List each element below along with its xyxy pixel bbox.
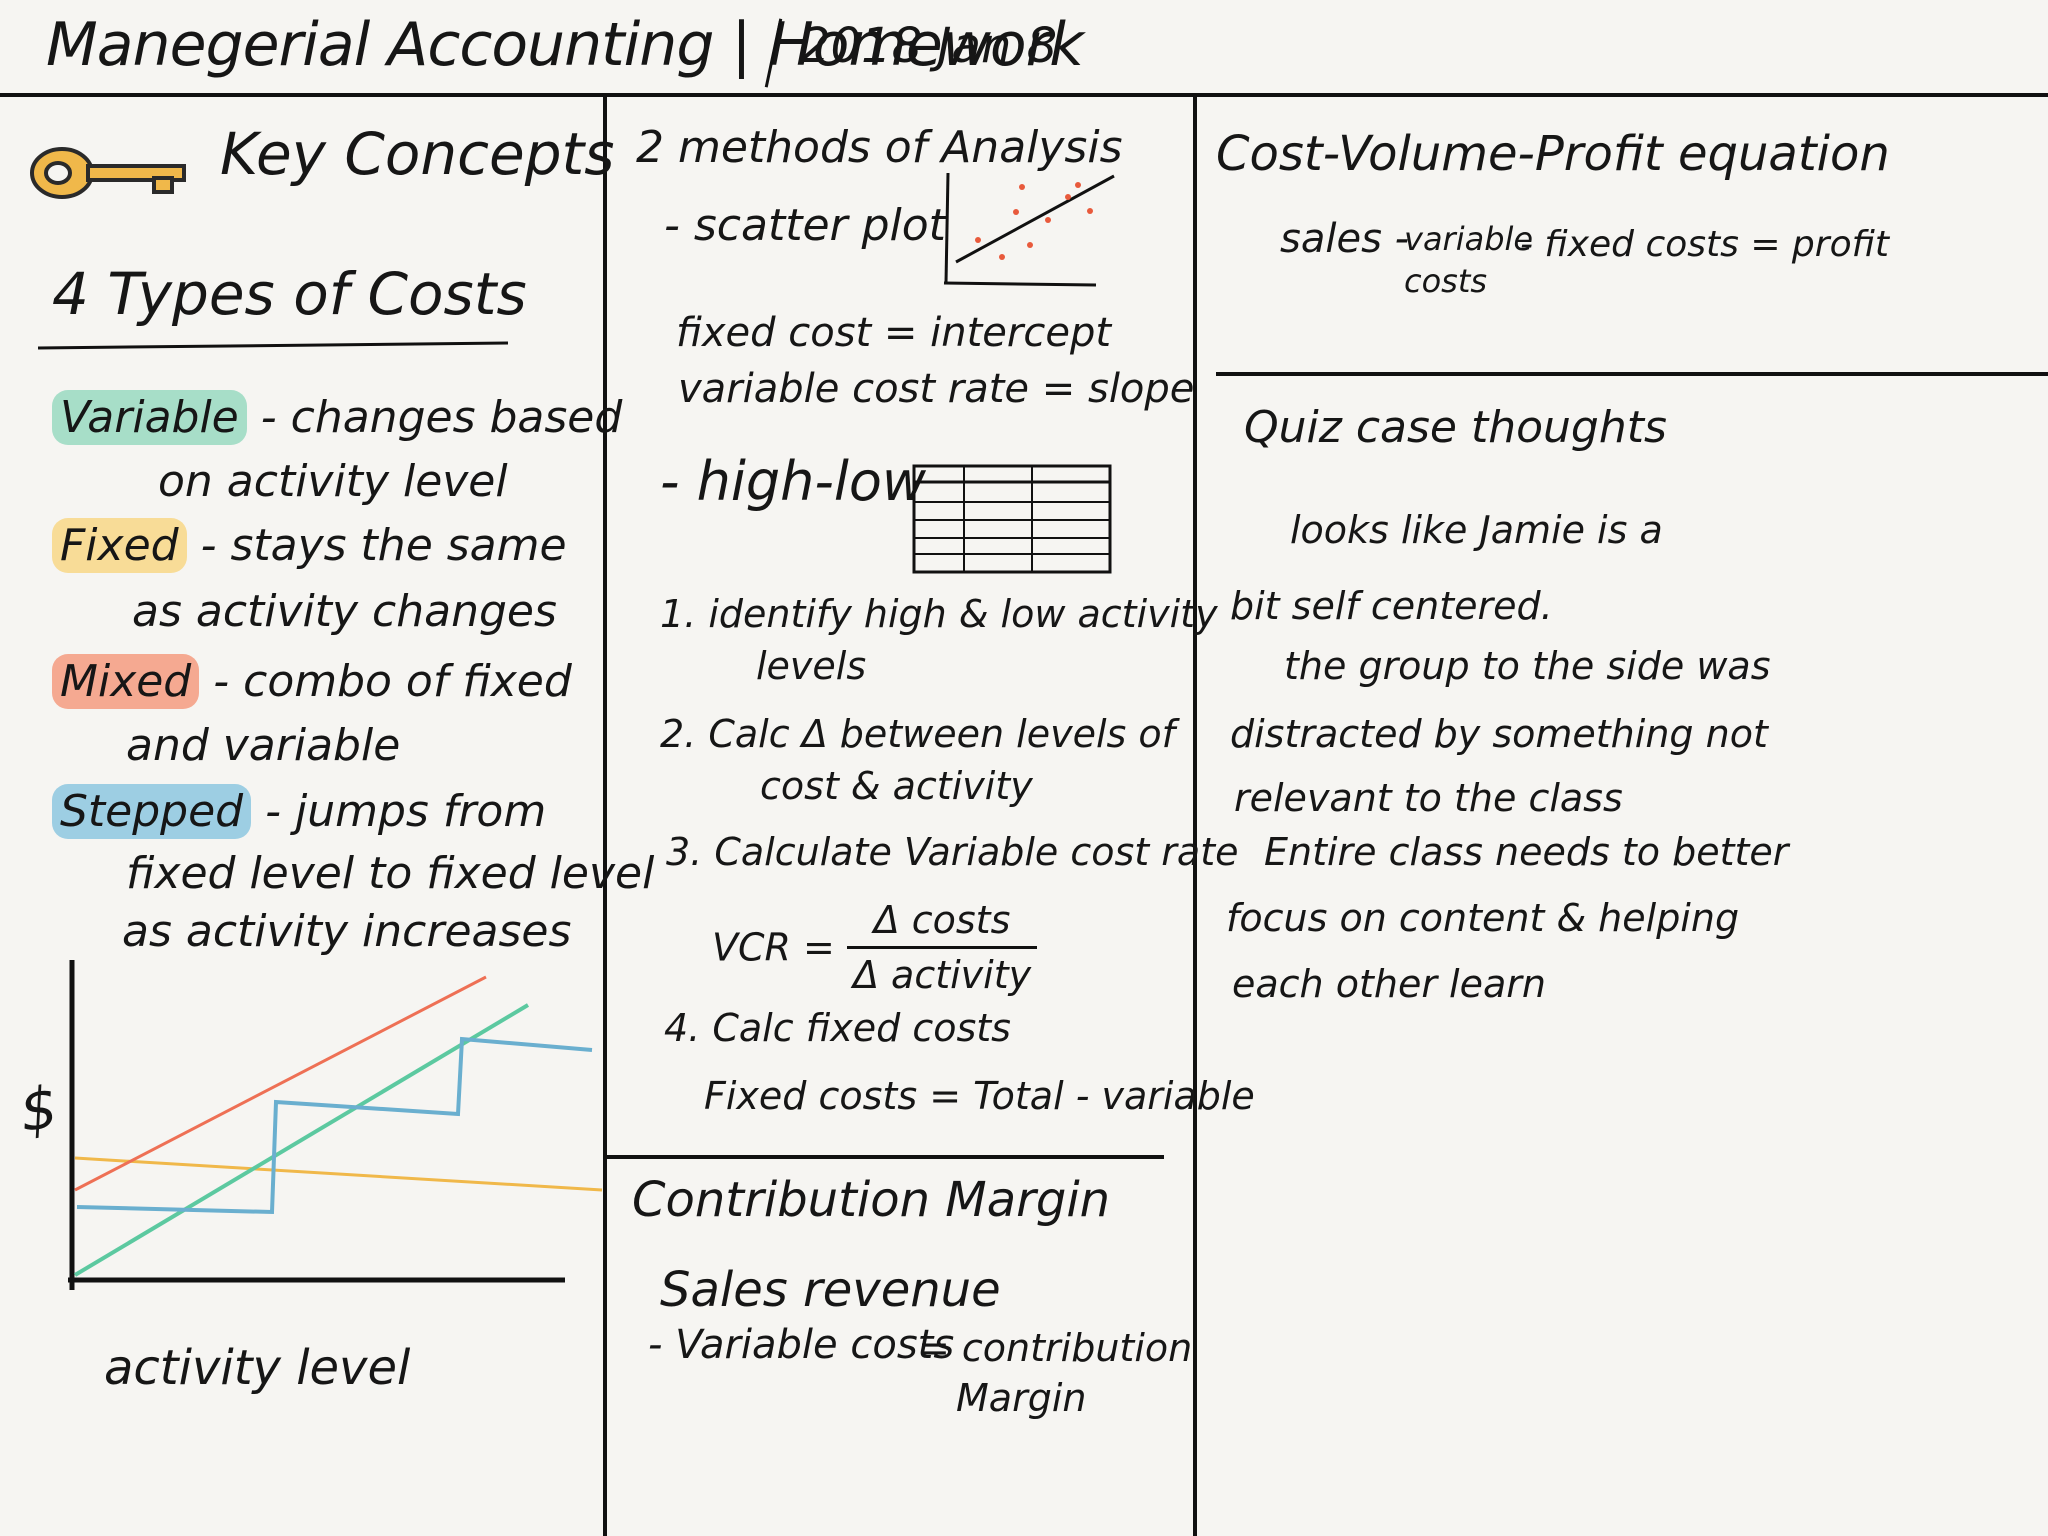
step-4: 4. Calc fixed costs: [664, 1006, 1011, 1050]
cost-types-heading: 4 Types of Costs: [52, 260, 527, 328]
header-date: 2018 Jan 8: [800, 18, 1058, 74]
mixed-desc-2: and variable: [126, 720, 401, 771]
step-4-text: Calc fixed costs: [712, 1006, 1011, 1050]
quiz-heading: Quiz case thoughts: [1244, 402, 1667, 453]
quiz-line-7: focus on content & helping: [1226, 896, 1740, 940]
fixed-cost-line: [74, 1156, 603, 1192]
left-column-divider: [603, 97, 607, 1536]
step-1-number: 1.: [660, 592, 697, 636]
variable-desc-1: changes based: [290, 392, 623, 443]
high-low-table-sketch: [912, 464, 1112, 574]
high-low-label: - high-low: [660, 450, 927, 513]
contribution-equals: = contribution: [918, 1326, 1193, 1370]
vcr-denominator: Δ activity: [852, 953, 1032, 997]
contribution-sales-revenue: Sales revenue: [660, 1262, 1001, 1318]
graph-x-label: activity level: [104, 1340, 411, 1396]
cvp-costs: costs: [1404, 262, 1488, 300]
key-icon: [30, 147, 186, 199]
contribution-margin-result: Margin: [956, 1376, 1087, 1420]
step-3-text: Calculate Variable cost rate: [714, 830, 1239, 874]
contribution-divider: [607, 1155, 1164, 1159]
scatter-plot-label: - scatter plot: [664, 200, 946, 251]
key-concepts-heading: Key Concepts: [220, 120, 615, 188]
scatter-plot-sketch: [943, 172, 1115, 287]
step-4-number: 4.: [664, 1006, 701, 1050]
step-1-text-2: levels: [756, 644, 867, 688]
step-2-text: Calc Δ between levels of: [708, 712, 1176, 756]
step-1: 1. identify high & low activity: [660, 592, 1218, 636]
scatter-trend-line: [955, 174, 1115, 264]
step-3-number: 3.: [666, 830, 703, 874]
right-column-divider: [1193, 97, 1197, 1536]
step-1-text: identify high & low activity: [708, 592, 1218, 636]
contribution-variable-costs: - Variable costs: [648, 1322, 955, 1368]
vcr-lhs: VCR =: [712, 925, 835, 970]
quiz-line-3: the group to the side was: [1284, 644, 1771, 688]
quiz-line-5: relevant to the class: [1234, 776, 1623, 820]
variable-desc-2: on activity level: [158, 456, 508, 507]
stepped-desc-1: jumps from: [295, 786, 547, 837]
contribution-heading: Contribution Margin: [632, 1172, 1111, 1228]
fixed-dash: -: [200, 520, 217, 571]
cvp-divider: [1216, 372, 2048, 376]
mixed-cost-line: [74, 975, 487, 1192]
quiz-line-4: distracted by something not: [1230, 712, 1768, 756]
fixed-desc-2: as activity changes: [132, 586, 557, 637]
mixed-dash: -: [213, 656, 230, 707]
variable-label: Variable: [52, 390, 247, 445]
course-title: Manegerial Accounting: [46, 10, 714, 80]
mixed-desc-1: combo of fixed: [243, 656, 572, 707]
quiz-line-8: each other learn: [1232, 962, 1546, 1006]
cvp-variable: variable: [1404, 220, 1534, 258]
variable-dash: -: [260, 392, 277, 443]
cvp-sales: sales -: [1280, 216, 1410, 262]
variable-rate-slope: variable cost rate = slope: [678, 366, 1195, 412]
cvp-heading: Cost-Volume-Profit equation: [1216, 126, 1890, 182]
vcr-numerator: Δ costs: [846, 898, 1038, 949]
vcr-fraction: Δ costs Δ activity: [846, 898, 1038, 997]
vcr-formula: VCR = Δ costs Δ activity: [712, 898, 1038, 997]
quiz-line-1: looks like Jamie is a: [1290, 508, 1663, 552]
stepped-desc-2: fixed level to fixed level: [126, 848, 655, 899]
step-2-text-2: cost & activity: [760, 764, 1033, 808]
quiz-line-6: Entire class needs to better: [1264, 830, 1789, 874]
title-separator: |: [731, 10, 751, 80]
fixed-costs-formula: Fixed costs = Total - variable: [704, 1074, 1255, 1118]
cost-types-underline: [37, 341, 509, 350]
mixed-label: Mixed: [52, 654, 200, 709]
fixed-desc-1: stays the same: [230, 520, 567, 571]
cvp-rest: - fixed costs = profit: [1520, 224, 1889, 265]
fixed-label: Fixed: [52, 518, 187, 573]
step-2-number: 2.: [660, 712, 697, 756]
step-3: 3. Calculate Variable cost rate: [666, 830, 1238, 874]
cost-type-fixed: Fixed - stays the same: [52, 518, 567, 573]
quiz-line-2: bit self centered.: [1230, 584, 1553, 628]
fixed-cost-intercept: fixed cost = intercept: [676, 310, 1112, 356]
stepped-label: Stepped: [52, 784, 252, 839]
cost-type-mixed: Mixed - combo of fixed: [52, 654, 572, 709]
step-2: 2. Calc Δ between levels of: [660, 712, 1175, 756]
header-divider: [0, 93, 2048, 97]
cost-type-stepped: Stepped - jumps from: [52, 784, 547, 839]
cost-type-variable: Variable - changes based: [52, 390, 623, 445]
cost-behavior-graph: [68, 960, 603, 1290]
stepped-dash: -: [265, 786, 282, 837]
